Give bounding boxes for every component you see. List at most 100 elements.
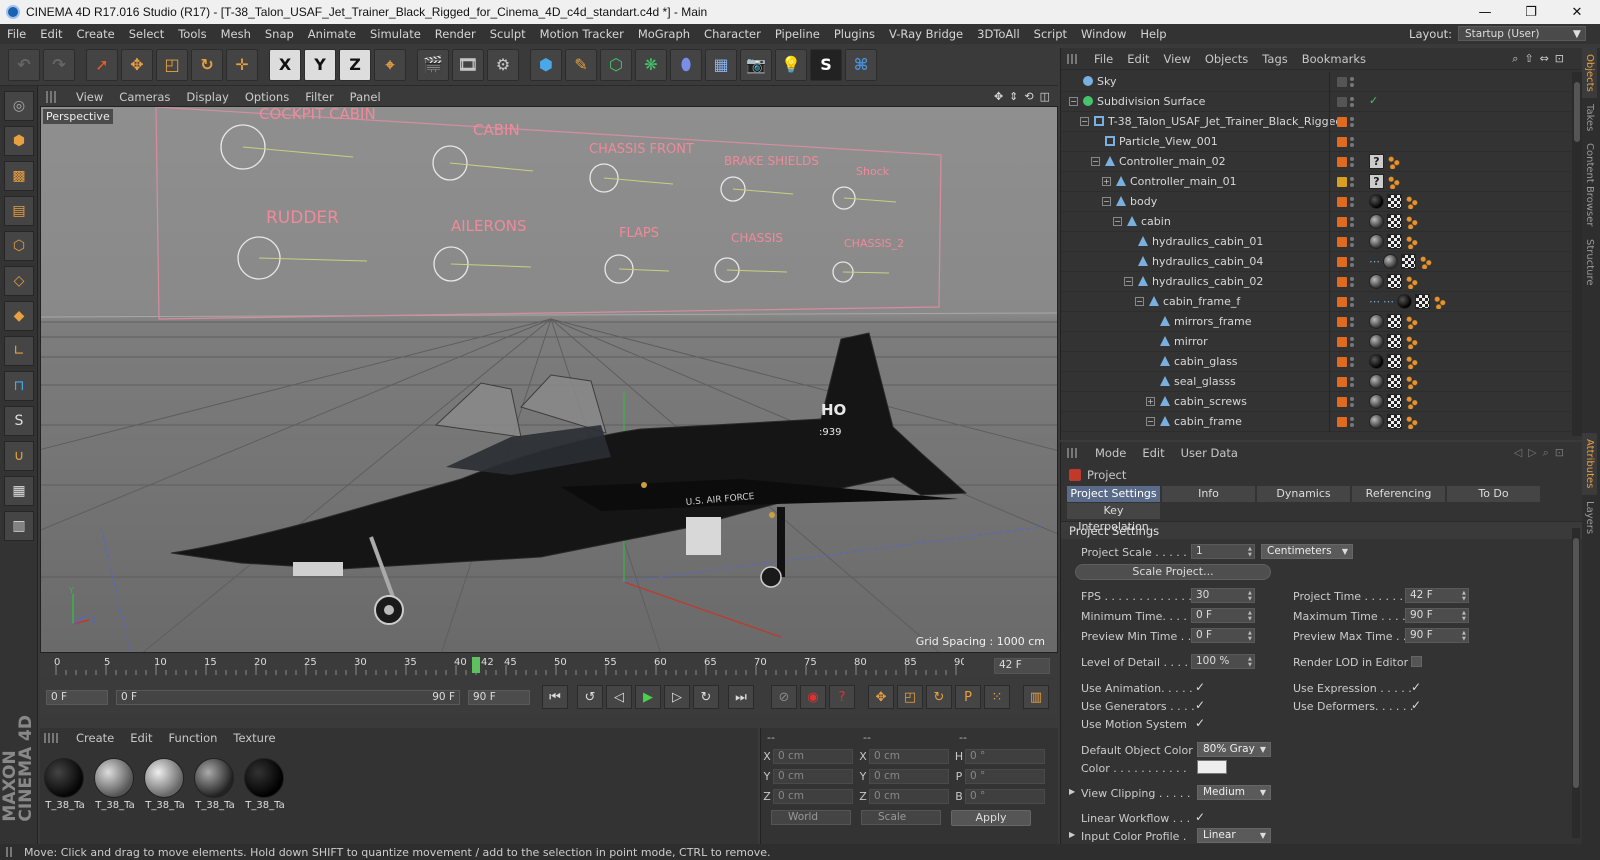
am-menu-mode[interactable]: Mode xyxy=(1087,446,1134,460)
layer-color-swatch[interactable] xyxy=(1337,177,1347,187)
object-row[interactable]: − body xyxy=(1061,192,1571,212)
enabled-check-icon[interactable]: ✓ xyxy=(1369,94,1378,107)
cube-object-button[interactable]: ⬢ xyxy=(530,48,562,81)
material-tag-icon[interactable] xyxy=(1369,314,1384,329)
object-row[interactable]: − cabin_frame_f ⋯ ⋯ xyxy=(1061,292,1571,312)
menu-tools[interactable]: Tools xyxy=(171,27,213,41)
menu-edit[interactable]: Edit xyxy=(33,27,69,41)
material-tag-icon[interactable] xyxy=(1369,414,1384,429)
key-position-button[interactable]: ✥ xyxy=(868,685,894,709)
layer-color-swatch[interactable] xyxy=(1337,97,1347,107)
unknown-tag-icon[interactable]: ? xyxy=(1369,154,1384,169)
use-deformers-checkbox[interactable]: ✓ xyxy=(1411,699,1422,711)
points-mode-button[interactable]: ⬡ xyxy=(4,231,34,261)
tab-attributes[interactable]: Attributes xyxy=(1582,433,1597,495)
material-tag-icon[interactable] xyxy=(1383,254,1398,269)
position-z-field[interactable]: 0 cm xyxy=(773,788,853,804)
ik-tag-icon[interactable] xyxy=(1419,254,1433,269)
current-frame-field[interactable]: 42 F xyxy=(994,658,1050,674)
floor-button[interactable]: ▦ xyxy=(705,48,737,81)
undo-button[interactable]: ↶ xyxy=(8,48,40,81)
scroll-thumb[interactable] xyxy=(1574,82,1580,142)
next-frame-button[interactable]: ▷ xyxy=(664,685,690,709)
menu-motion-tracker[interactable]: Motion Tracker xyxy=(533,27,631,41)
menu-3dtoall[interactable]: 3DToAll xyxy=(970,27,1027,41)
z-axis-button[interactable]: Z xyxy=(339,48,371,81)
minimize-button[interactable]: — xyxy=(1462,0,1508,24)
menu-animate[interactable]: Animate xyxy=(301,27,363,41)
material-tag-icon[interactable] xyxy=(1397,294,1412,309)
subdivision-button[interactable]: ⬡ xyxy=(600,48,632,81)
texture-tag-icon[interactable] xyxy=(1387,234,1402,249)
texture-tag-icon[interactable] xyxy=(1387,194,1402,209)
keyframe-selection-button[interactable]: ? xyxy=(829,685,855,709)
next-key-button[interactable]: ↻ xyxy=(693,685,719,709)
material-tag-icon[interactable] xyxy=(1369,354,1384,369)
tab-referencing[interactable]: Referencing xyxy=(1352,486,1445,502)
maximize-button[interactable]: ❐ xyxy=(1508,0,1554,24)
x-axis-button[interactable]: X xyxy=(269,48,301,81)
am-menu-edit[interactable]: Edit xyxy=(1134,446,1172,460)
object-row[interactable]: + Controller_main_01? xyxy=(1061,172,1571,192)
menu-file[interactable]: File xyxy=(0,27,33,41)
layer-color-swatch[interactable] xyxy=(1337,417,1347,427)
ik-tag-icon[interactable] xyxy=(1405,314,1419,329)
texture-tag-icon[interactable] xyxy=(1415,294,1430,309)
tab-info[interactable]: Info xyxy=(1162,486,1255,502)
dolly-icon[interactable]: ⇕ xyxy=(1009,90,1018,103)
tab-content-browser[interactable]: Content Browser xyxy=(1582,137,1597,232)
menu-pipeline[interactable]: Pipeline xyxy=(768,27,827,41)
ik-tag-icon[interactable] xyxy=(1405,394,1419,409)
pen-spline-button[interactable]: ✎ xyxy=(565,48,597,81)
visibility-dots[interactable] xyxy=(1350,175,1356,189)
collapse-icon[interactable]: − xyxy=(1135,297,1144,306)
render-picture-viewer-button[interactable]: 🎞 xyxy=(452,48,484,81)
material-swatch[interactable]: T_38_Ta xyxy=(194,758,236,811)
render-settings-button[interactable]: ⚙ xyxy=(487,48,519,81)
am-nav-icons[interactable]: ◁▷⌕⊡ xyxy=(1514,446,1570,460)
texture-tag-icon[interactable] xyxy=(1401,254,1416,269)
material-menu-create[interactable]: Create xyxy=(68,731,122,745)
menu-mograph[interactable]: MoGraph xyxy=(631,27,697,41)
ik-tag-icon[interactable] xyxy=(1405,274,1419,289)
texture-tag-icon[interactable] xyxy=(1387,394,1402,409)
layer-color-swatch[interactable] xyxy=(1337,117,1347,127)
visibility-dots[interactable] xyxy=(1350,155,1356,169)
object-row[interactable]: − cabin xyxy=(1061,212,1571,232)
coordinate-system-button[interactable]: ⌖ xyxy=(374,48,406,81)
size-z-field[interactable]: 0 cm xyxy=(869,788,949,804)
pan-icon[interactable]: ✥ xyxy=(994,90,1003,103)
axis-mode-button[interactable]: ∟ xyxy=(4,336,34,366)
visibility-dots[interactable] xyxy=(1350,415,1356,429)
goto-start-button[interactable]: ⏮ xyxy=(542,685,568,709)
workplane-mode-button[interactable]: ▤ xyxy=(4,196,34,226)
linear-workflow-checkbox[interactable]: ✓ xyxy=(1195,811,1206,823)
timeline-ruler[interactable]: 0 5 10 15 20 25 30 35 40 45 50 55 60 65 70 75 80 85 90 42 4… xyxy=(40,655,1058,677)
material-swatch[interactable]: T_38_Ta xyxy=(94,758,136,811)
ik-tag-icon[interactable] xyxy=(1405,234,1419,249)
layer-color-swatch[interactable] xyxy=(1337,157,1347,167)
om-search-nav-icons[interactable]: ⌕⇧⇔⊡ xyxy=(1512,52,1570,66)
menu-create[interactable]: Create xyxy=(70,27,122,41)
om-menu-view[interactable]: View xyxy=(1157,52,1198,66)
key-scale-button[interactable]: ◰ xyxy=(897,685,923,709)
layer-color-swatch[interactable] xyxy=(1337,277,1347,287)
collapse-icon[interactable]: − xyxy=(1102,197,1111,206)
viewport-menu-view[interactable]: View xyxy=(68,90,111,104)
texture-tag-icon[interactable] xyxy=(1387,334,1402,349)
tweak-mode-button[interactable]: ⊓ xyxy=(4,371,34,401)
menu-snap[interactable]: Snap xyxy=(258,27,301,41)
layer-color-swatch[interactable] xyxy=(1337,357,1347,367)
attribute-scrollbar[interactable] xyxy=(1572,528,1580,838)
material-tag-icon[interactable] xyxy=(1369,374,1384,389)
object-row[interactable]: − Controller_main_02? xyxy=(1061,152,1571,172)
magnet-button[interactable]: ∪ xyxy=(4,441,34,471)
menu-sculpt[interactable]: Sculpt xyxy=(483,27,533,41)
viewport-menu-filter[interactable]: Filter xyxy=(297,90,341,104)
visibility-dots[interactable] xyxy=(1350,95,1356,109)
texture-tag-icon[interactable] xyxy=(1387,414,1402,429)
texture-mode-button[interactable]: ▩ xyxy=(4,161,34,191)
input-color-profile-expander-icon[interactable]: ▶ xyxy=(1069,830,1075,839)
layer-color-swatch[interactable] xyxy=(1337,217,1347,227)
tab-key-interpolation[interactable]: Key Interpolation xyxy=(1067,503,1160,533)
